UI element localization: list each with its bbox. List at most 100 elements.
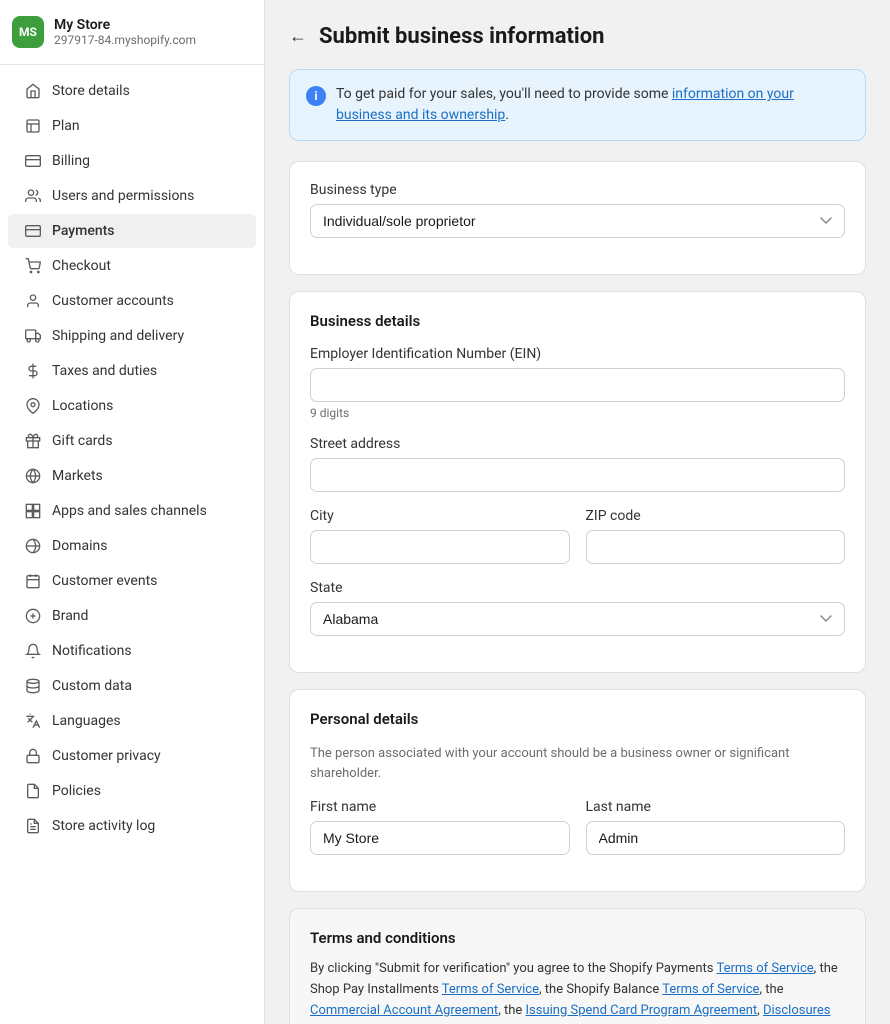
sidebar-item-users-permissions[interactable]: Users and permissions — [8, 179, 256, 213]
sidebar-label: Locations — [52, 398, 113, 414]
tos-link-1[interactable]: Terms of Service — [716, 961, 813, 976]
sidebar-item-languages[interactable]: Languages — [8, 704, 256, 738]
commercial-account-link[interactable]: Commercial Account Agreement — [310, 1003, 498, 1018]
locations-icon — [24, 397, 42, 415]
store-url: 297917-84.myshopify.com — [54, 33, 196, 47]
sidebar-item-markets[interactable]: Markets — [8, 459, 256, 493]
issuing-spend-link[interactable]: Issuing Spend Card Program Agreement — [526, 1003, 758, 1018]
last-name-input[interactable] — [586, 821, 846, 855]
last-name-group: Last name — [586, 799, 846, 855]
ein-input[interactable] — [310, 368, 845, 402]
sidebar-label: Plan — [52, 118, 80, 134]
info-link[interactable]: information on your business and its own… — [336, 86, 794, 123]
sidebar-label: Custom data — [52, 678, 132, 694]
sidebar-label: Notifications — [52, 643, 132, 659]
sidebar-label: Domains — [52, 538, 107, 554]
last-name-label: Last name — [586, 799, 846, 815]
sidebar-label: Markets — [52, 468, 103, 484]
markets-icon — [24, 467, 42, 485]
sidebar-item-taxes-duties[interactable]: Taxes and duties — [8, 354, 256, 388]
sidebar-label: Store details — [52, 83, 130, 99]
sidebar-label: Taxes and duties — [52, 363, 157, 379]
sidebar-item-billing[interactable]: Billing — [8, 144, 256, 178]
sidebar-header: MS My Store 297917-84.myshopify.com — [0, 0, 264, 65]
business-type-card: Business type Individual/sole proprietor… — [289, 161, 866, 275]
sidebar-label: Customer privacy — [52, 748, 161, 764]
apps-icon — [24, 502, 42, 520]
business-details-title: Business details — [310, 312, 845, 330]
sidebar-item-store-details[interactable]: Store details — [8, 74, 256, 108]
sidebar-item-customer-accounts[interactable]: Customer accounts — [8, 284, 256, 318]
store-name: My Store — [54, 17, 196, 33]
sidebar-item-customer-privacy[interactable]: Customer privacy — [8, 739, 256, 773]
sidebar-label: Policies — [52, 783, 101, 799]
customer-accounts-icon — [24, 292, 42, 310]
brand-icon — [24, 607, 42, 625]
first-name-input[interactable] — [310, 821, 570, 855]
plan-icon — [24, 117, 42, 135]
sidebar-label: Gift cards — [52, 433, 113, 449]
policies-icon — [24, 782, 42, 800]
sidebar-label: Languages — [52, 713, 121, 729]
sidebar-item-store-activity-log[interactable]: Store activity log — [8, 809, 256, 843]
name-row: First name Last name — [310, 799, 845, 871]
state-group: State Alabama Alaska Arizona Arkansas Ca… — [310, 580, 845, 636]
sidebar-item-checkout[interactable]: Checkout — [8, 249, 256, 283]
state-label: State — [310, 580, 845, 596]
disclosures-link[interactable]: Disclosures — [763, 1003, 831, 1018]
sidebar-item-customer-events[interactable]: Customer events — [8, 564, 256, 598]
sidebar-item-gift-cards[interactable]: Gift cards — [8, 424, 256, 458]
city-zip-row: City ZIP code — [310, 508, 845, 580]
tos-link-3[interactable]: Terms of Service — [662, 982, 759, 997]
city-label: City — [310, 508, 570, 524]
info-banner: i To get paid for your sales, you'll nee… — [289, 69, 866, 141]
sidebar-item-domains[interactable]: Domains — [8, 529, 256, 563]
business-type-select[interactable]: Individual/sole proprietor LLC Corporati… — [310, 204, 845, 238]
store-activity-log-icon — [24, 817, 42, 835]
taxes-icon — [24, 362, 42, 380]
payments-icon — [24, 222, 42, 240]
checkout-icon — [24, 257, 42, 275]
terms-title: Terms and conditions — [310, 929, 845, 947]
sidebar-item-locations[interactable]: Locations — [8, 389, 256, 423]
shipping-icon — [24, 327, 42, 345]
custom-data-icon — [24, 677, 42, 695]
languages-icon — [24, 712, 42, 730]
page-title: Submit business information — [319, 24, 604, 49]
personal-details-card: Personal details The person associated w… — [289, 689, 866, 892]
first-name-group: First name — [310, 799, 570, 855]
tos-link-2[interactable]: Terms of Service — [442, 982, 539, 997]
state-select[interactable]: Alabama Alaska Arizona Arkansas Californ… — [310, 602, 845, 636]
street-address-label: Street address — [310, 436, 845, 452]
sidebar-item-payments[interactable]: Payments — [8, 214, 256, 248]
sidebar-item-plan[interactable]: Plan — [8, 109, 256, 143]
terms-paragraph-1: By clicking "Submit for verification" yo… — [310, 959, 845, 1024]
main-content: ← Submit business information i To get p… — [265, 0, 890, 1024]
back-button[interactable]: ← — [289, 26, 307, 47]
sidebar: MS My Store 297917-84.myshopify.com Stor… — [0, 0, 265, 1024]
street-address-input[interactable] — [310, 458, 845, 492]
sidebar-item-apps-sales-channels[interactable]: Apps and sales channels — [8, 494, 256, 528]
business-details-card: Business details Employer Identification… — [289, 291, 866, 673]
info-text: To get paid for your sales, you'll need … — [336, 84, 849, 126]
ein-group: Employer Identification Number (EIN) 9 d… — [310, 346, 845, 420]
users-icon — [24, 187, 42, 205]
sidebar-item-custom-data[interactable]: Custom data — [8, 669, 256, 703]
zip-code-input[interactable] — [586, 530, 846, 564]
store-details-icon — [24, 82, 42, 100]
sidebar-item-notifications[interactable]: Notifications — [8, 634, 256, 668]
personal-details-title: Personal details — [310, 710, 845, 728]
sidebar-label: Brand — [52, 608, 88, 624]
street-address-group: Street address — [310, 436, 845, 492]
billing-icon — [24, 152, 42, 170]
page-header: ← Submit business information — [289, 24, 866, 49]
zip-code-label: ZIP code — [586, 508, 846, 524]
terms-card: Terms and conditions By clicking "Submit… — [289, 908, 866, 1024]
personal-details-description: The person associated with your account … — [310, 744, 845, 783]
sidebar-label: Billing — [52, 153, 90, 169]
sidebar-item-brand[interactable]: Brand — [8, 599, 256, 633]
city-input[interactable] — [310, 530, 570, 564]
sidebar-item-policies[interactable]: Policies — [8, 774, 256, 808]
sidebar-item-shipping-delivery[interactable]: Shipping and delivery — [8, 319, 256, 353]
business-type-label: Business type — [310, 182, 845, 198]
